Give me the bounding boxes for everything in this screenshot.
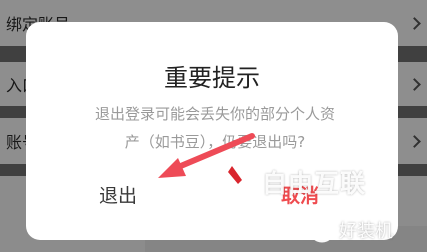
watermark-logo-text: 好装机 [339,221,393,242]
logout-confirm-dialog: 重要提示 退出登录可能会丢失你的部分个人资产（如书豆），仍要退出吗? 退出 取消 [26,22,398,240]
exit-button[interactable]: 退出 [78,174,158,214]
dialog-message: 退出登录可能会丢失你的部分个人资产（如书豆），仍要退出吗? [94,105,335,151]
watermark-brand: 自由互联 [214,162,366,202]
watermark-brand-text: 自由互联 [262,169,367,198]
ring-logo-icon [309,217,335,243]
watermark-logo: 好装机 [308,212,393,248]
x-logo-icon [216,166,260,200]
dialog-title: 重要提示 [164,64,260,92]
